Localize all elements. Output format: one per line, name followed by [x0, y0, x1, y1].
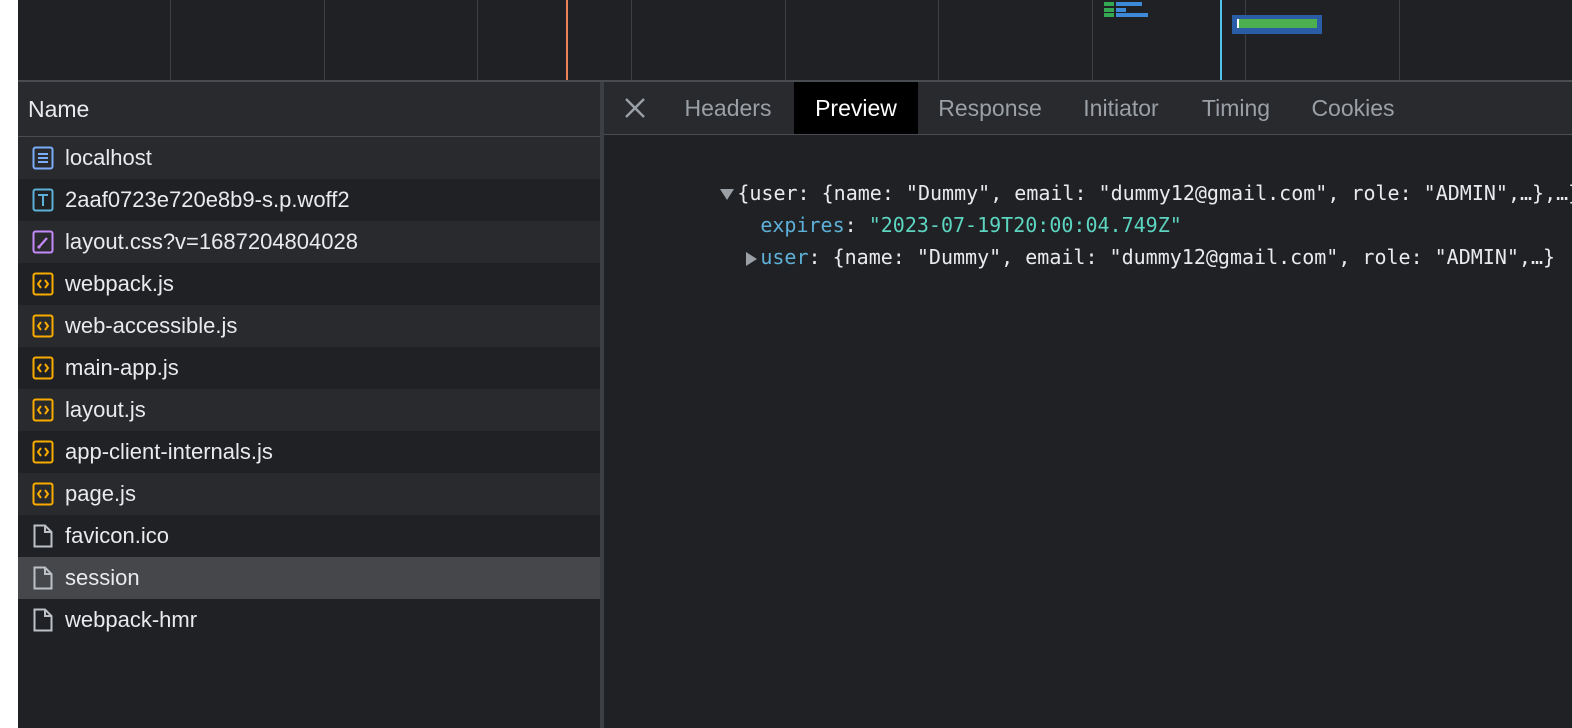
devtools-window: Name localhost 2aaf0723e720e8b9-s.p.woff2…: [18, 0, 1572, 728]
request-row[interactable]: localhost: [18, 137, 600, 179]
request-row[interactable]: app-client-internals.js: [18, 431, 600, 473]
request-row[interactable]: webpack.js: [18, 263, 600, 305]
request-name: layout.css?v=1687204804028: [65, 229, 358, 254]
script-icon: [31, 271, 55, 297]
dom-content-loaded-marker: [566, 0, 568, 80]
tab-headers[interactable]: Headers: [668, 82, 788, 134]
timeline-request-bar: [1116, 13, 1148, 17]
request-list: localhost 2aaf0723e720e8b9-s.p.woff2 layou…: [18, 137, 600, 641]
document-icon: [31, 145, 55, 171]
timeline-gridline: [170, 0, 171, 80]
script-icon: [31, 313, 55, 339]
request-name: webpack.js: [65, 271, 174, 296]
close-icon[interactable]: [622, 95, 648, 121]
tab-cookies[interactable]: Cookies: [1298, 82, 1408, 134]
file-icon: [31, 607, 55, 633]
timeline-request-bar: [1104, 13, 1114, 17]
tab-response[interactable]: Response: [924, 82, 1056, 134]
request-name: session: [65, 565, 140, 590]
json-user-node[interactable]: user: {name: "Dummy", email: "dummy12@gm…: [650, 209, 1555, 269]
script-icon: [31, 397, 55, 423]
timeline-gridline: [324, 0, 325, 80]
script-icon: [31, 355, 55, 381]
timeline-gridline: [1399, 0, 1400, 80]
request-row[interactable]: 2aaf0723e720e8b9-s.p.woff2: [18, 179, 600, 221]
script-icon: [31, 439, 55, 465]
request-name: app-client-internals.js: [65, 439, 273, 464]
request-row[interactable]: favicon.ico: [18, 515, 600, 557]
load-marker: [1220, 0, 1222, 80]
request-list-panel: Name localhost 2aaf0723e720e8b9-s.p.woff2…: [18, 82, 604, 728]
timeline-request-bar: [1116, 8, 1126, 12]
request-details-panel: Headers Preview Response Initiator Timin…: [604, 82, 1572, 728]
timeline-gridline: [1245, 0, 1246, 80]
json-object-summary: {name: "Dummy", email: "dummy12@gmail.co…: [832, 245, 1556, 269]
name-column-header[interactable]: Name: [18, 82, 600, 137]
json-key: user: [760, 245, 809, 269]
json-root-node[interactable]: {user: {name: "Dummy", email: "dummy12@g…: [624, 145, 1572, 205]
file-icon: [31, 565, 55, 591]
request-name: layout.js: [65, 397, 146, 422]
request-name: 2aaf0723e720e8b9-s.p.woff2: [65, 187, 350, 212]
tab-timing[interactable]: Timing: [1188, 82, 1284, 134]
timeline-gridline: [938, 0, 939, 80]
request-name: webpack-hmr: [65, 607, 198, 632]
tab-preview[interactable]: Preview: [794, 82, 918, 134]
request-row[interactable]: main-app.js: [18, 347, 600, 389]
request-row[interactable]: web-accessible.js: [18, 305, 600, 347]
script-icon: [31, 481, 55, 507]
file-icon: [31, 523, 55, 549]
timeline-gridline: [477, 0, 478, 80]
stylesheet-icon: [31, 229, 55, 255]
json-separator: :: [808, 245, 833, 269]
network-overview-timeline[interactable]: [18, 0, 1572, 82]
timeline-request-bar: [1116, 2, 1142, 6]
tab-initiator[interactable]: Initiator: [1066, 82, 1176, 134]
request-row[interactable]: webpack-hmr: [18, 599, 600, 641]
request-name: web-accessible.js: [65, 313, 238, 338]
request-row[interactable]: layout.css?v=1687204804028: [18, 221, 600, 263]
collapse-triangle-icon[interactable]: [746, 251, 758, 266]
selected-request-bar-start: [1237, 19, 1239, 28]
json-expires-property: expires: "2023-07-19T20:00:04.749Z": [664, 177, 1181, 237]
json-preview: {user: {name: "Dummy", email: "dummy12@g…: [604, 135, 1572, 728]
details-tab-bar: Headers Preview Response Initiator Timin…: [604, 82, 1572, 135]
request-name: localhost: [65, 145, 152, 170]
request-row[interactable]: session: [18, 557, 600, 599]
request-row[interactable]: page.js: [18, 473, 600, 515]
request-name: page.js: [65, 481, 136, 506]
request-name: main-app.js: [65, 355, 179, 380]
timeline-gridline: [631, 0, 632, 80]
request-name: favicon.ico: [65, 523, 169, 548]
timeline-gridline: [785, 0, 786, 80]
timeline-gridline: [1092, 0, 1093, 80]
font-icon: [31, 187, 55, 213]
request-row[interactable]: layout.js: [18, 389, 600, 431]
timeline-request-bar: [1104, 2, 1114, 6]
selected-request-bar-fill: [1237, 19, 1317, 28]
timeline-request-bar: [1104, 8, 1114, 12]
